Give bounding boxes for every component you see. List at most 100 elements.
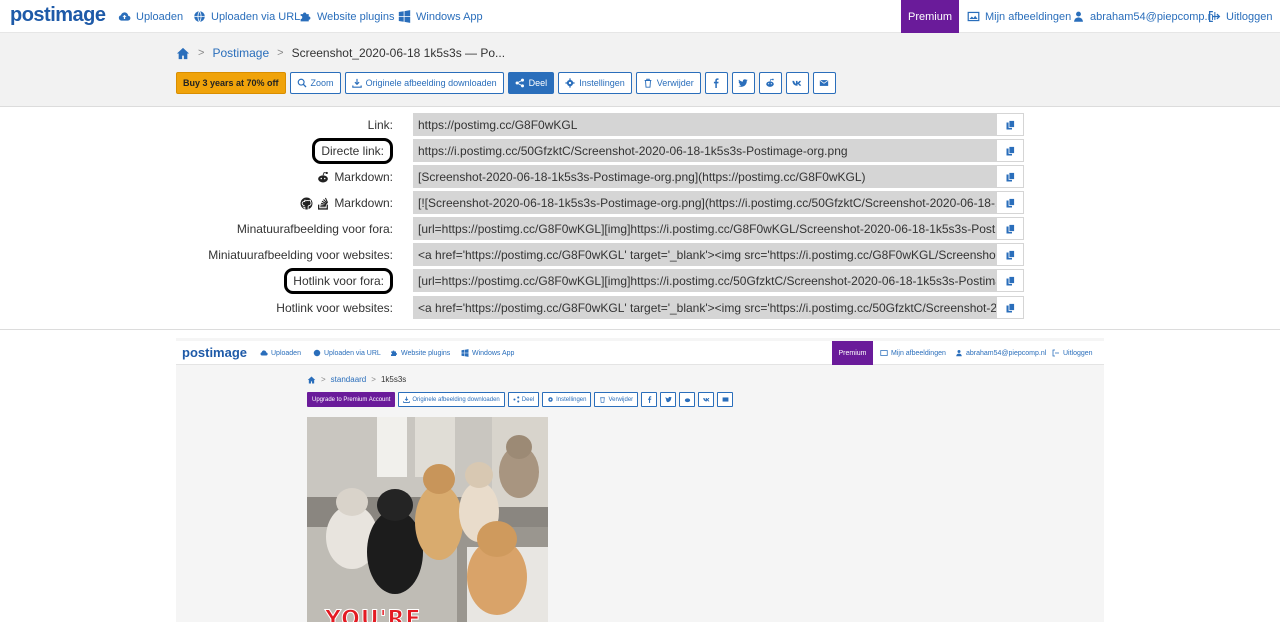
vk-share-button[interactable] — [785, 72, 809, 94]
nav-uploaden-label: Uploaden — [136, 10, 184, 23]
preview-settings-label: Instellingen — [556, 396, 587, 403]
twitter-share-button[interactable] — [731, 72, 755, 94]
settings-button[interactable]: Instellingen — [558, 72, 632, 94]
share-icon — [515, 78, 524, 88]
image-icon — [967, 11, 980, 22]
preview-share-label: Deel — [521, 396, 535, 403]
direct-link-label: Directe link: — [312, 138, 393, 164]
breadcrumb-separator: > — [198, 47, 205, 59]
markdown-reddit-label-text: Markdown: — [334, 170, 393, 184]
breadcrumb-link[interactable]: Postimage — [212, 46, 269, 60]
hotlink-forum-field[interactable]: [url=https://postimg.cc/G8F0wKGL][img]ht… — [413, 269, 996, 292]
puzzle-icon — [300, 12, 311, 22]
markdown-github-field[interactable]: [![Screenshot-2020-06-18-1k5s3s-Postimag… — [413, 191, 996, 214]
download-icon — [351, 78, 362, 88]
reddit-share-button[interactable] — [758, 72, 782, 94]
section-divider — [0, 329, 1280, 330]
breadcrumb-separator: > — [277, 47, 284, 59]
email-icon — [819, 80, 829, 86]
nav-uploaden-url[interactable]: Uploaden via URL — [193, 0, 300, 33]
zoom-icon — [297, 78, 307, 88]
nav-windows-app-label: Windows App — [416, 10, 483, 23]
markdown-reddit-field[interactable]: [Screenshot-2020-06-18-1k5s3s-Postimage-… — [413, 165, 996, 188]
image-icon — [880, 350, 888, 356]
reddit-icon — [684, 398, 690, 403]
hotlink-website-field[interactable]: <a href='https://postimg.cc/G8F0wKGL' ta… — [413, 296, 996, 319]
logout-icon — [1052, 349, 1059, 357]
copy-button[interactable] — [996, 217, 1024, 240]
delete-button[interactable]: Verwijder — [635, 72, 701, 94]
twitter-icon — [665, 396, 672, 403]
meme-caption: YOU'RE — [324, 607, 422, 622]
nav-account-label: abraham54@piepcomp.nl — [1090, 10, 1217, 23]
nav-website-plugins[interactable]: Website plugins — [299, 0, 394, 33]
preview-nav-windows: Windows App — [461, 341, 514, 365]
direct-link-row: Directe link: https://i.postimg.cc/50Gfz… — [0, 138, 1280, 164]
nav-uitloggen-label: Uitloggen — [1226, 10, 1273, 23]
share-button[interactable]: Deel — [507, 72, 555, 94]
premium-button[interactable]: Premium — [901, 0, 959, 33]
copy-icon — [1006, 197, 1015, 207]
preview-share-button: Deel — [507, 392, 540, 407]
markdown-reddit-label: Markdown: — [316, 165, 393, 189]
preview-crumb-link: standaard — [330, 375, 367, 384]
header-band — [0, 33, 1280, 107]
logout-icon — [1208, 10, 1221, 23]
copy-icon — [1006, 145, 1015, 155]
user-icon — [956, 350, 962, 357]
nav-uploaden[interactable]: Uploaden — [118, 0, 183, 33]
share-label: Deel — [528, 78, 548, 88]
promo-button[interactable]: Buy 3 years at 70% off — [176, 72, 286, 94]
preview-nav-label: Uitloggen — [1063, 349, 1093, 357]
hotlink-website-row: Hotlink voor websites: <a href='https://… — [0, 296, 1280, 320]
hotlink-website-label: Hotlink voor websites: — [276, 296, 393, 320]
thumbnail-website-row: Miniatuurafbeelding voor websites: <a hr… — [0, 243, 1280, 267]
home-icon[interactable] — [176, 47, 190, 60]
zoom-button[interactable]: Zoom — [289, 72, 341, 94]
link-label: Link: — [368, 113, 393, 137]
email-share-button[interactable] — [812, 72, 836, 94]
markdown-github-label: Markdown: — [300, 191, 393, 215]
facebook-icon — [647, 396, 651, 403]
hotlink-forum-label: Hotlink voor fora: — [284, 268, 393, 294]
reddit-icon — [766, 78, 774, 87]
preview-nav-account: abraham54@piepcomp.nl — [955, 341, 1046, 365]
preview-nav-label: Uploaden via URL — [324, 349, 381, 357]
preview-toolbar: Upgrade to Premium Account Originele afb… — [307, 392, 734, 407]
thumbnail-forum-label-text: Minatuurafbeelding voor fora: — [236, 222, 393, 236]
thumbnail-website-label-text: Miniatuurafbeelding voor websites: — [208, 248, 393, 262]
trash-icon — [600, 397, 606, 403]
copy-button[interactable] — [996, 165, 1024, 188]
logo[interactable]: postimage — [10, 4, 106, 27]
reddit-icon — [318, 171, 329, 182]
copy-button[interactable] — [996, 113, 1024, 136]
image-preview: postimage Uploaden Uploaden via URL Webs… — [176, 338, 1104, 622]
copy-button[interactable] — [996, 269, 1024, 292]
copy-button[interactable] — [996, 139, 1024, 162]
download-button[interactable]: Originele afbeelding downloaden — [344, 72, 504, 94]
nav-account[interactable]: abraham54@piepcomp.nl — [1072, 0, 1216, 33]
stackoverflow-icon — [318, 197, 329, 210]
vk-icon — [702, 398, 710, 402]
nav-uitloggen[interactable]: Uitloggen — [1208, 0, 1272, 33]
preview-crumb-current: 1k5s3s — [380, 375, 407, 384]
direct-link-field[interactable]: https://i.postimg.cc/50GfzktC/Screenshot… — [413, 139, 996, 162]
preview-delete-label: Verwijder — [608, 396, 634, 403]
nav-windows-app[interactable]: Windows App — [398, 0, 483, 33]
preview-download-label: Originele afbeelding downloaden — [412, 396, 500, 403]
thumbnail-forum-field[interactable]: [url=https://postimg.cc/G8F0wKGL][img]ht… — [413, 217, 996, 240]
thumbnail-website-field[interactable]: <a href='https://postimg.cc/G8F0wKGL' ta… — [413, 243, 996, 266]
share-icon — [513, 396, 520, 403]
nav-mijn-afbeeldingen[interactable]: Mijn afbeeldingen — [967, 0, 1071, 33]
preview-nav-label: abraham54@piepcomp.nl — [966, 349, 1047, 357]
cats-photo: YOU'RE — [307, 417, 548, 622]
preview-facebook-button — [641, 392, 658, 407]
nav-uploaden-url-label: Uploaden via URL — [211, 10, 301, 23]
copy-button[interactable] — [996, 296, 1024, 319]
link-field[interactable]: https://postimg.cc/G8F0wKGL — [413, 113, 996, 136]
copy-button[interactable] — [996, 243, 1024, 266]
copy-button[interactable] — [996, 191, 1024, 214]
copy-icon — [1006, 223, 1015, 233]
vk-icon — [792, 80, 802, 86]
facebook-share-button[interactable] — [704, 72, 728, 94]
